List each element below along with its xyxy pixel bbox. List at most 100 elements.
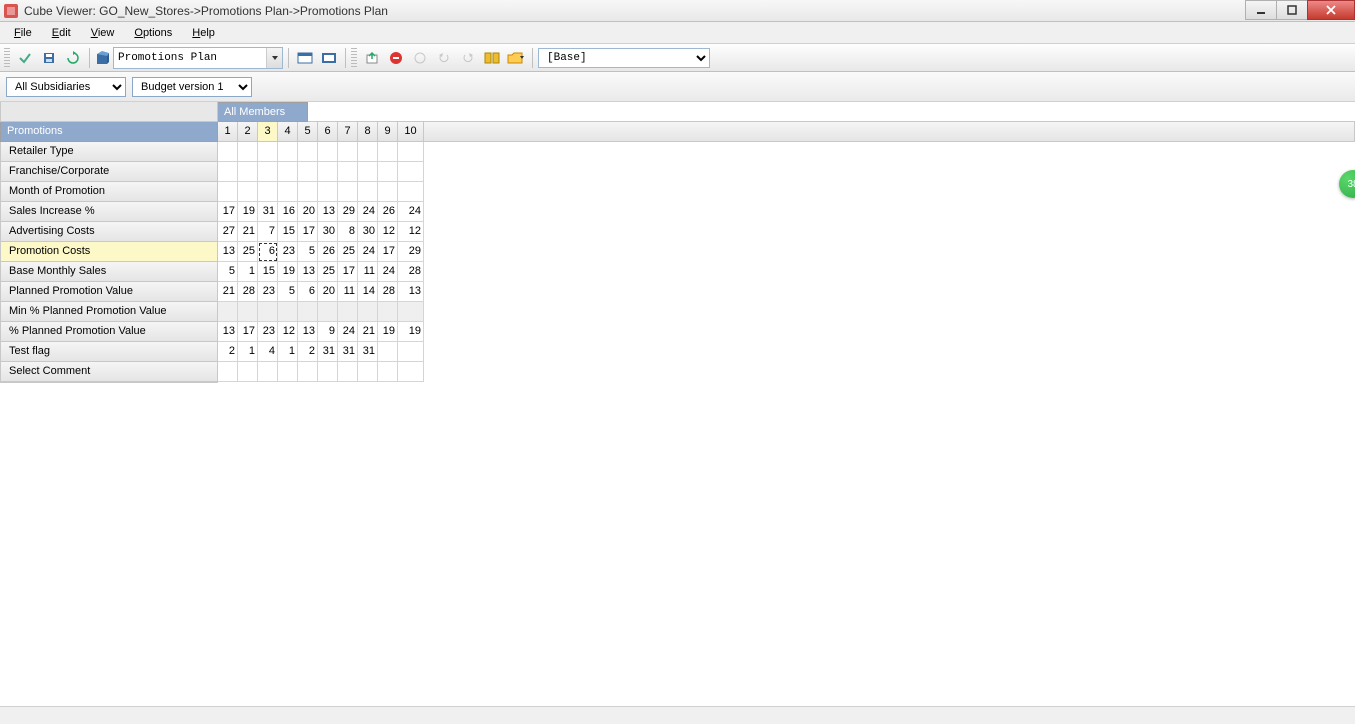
data-cell[interactable] (258, 142, 278, 162)
row-label[interactable]: Planned Promotion Value (0, 282, 218, 302)
chevron-down-icon[interactable] (266, 48, 282, 68)
column-header[interactable]: 2 (238, 122, 258, 142)
data-cell[interactable] (398, 302, 424, 322)
check-button[interactable] (14, 47, 36, 69)
data-cell[interactable]: 13 (218, 322, 238, 342)
column-header[interactable]: 1 (218, 122, 238, 142)
menu-view[interactable]: View (81, 24, 125, 42)
data-cell[interactable]: 24 (398, 202, 424, 222)
column-header[interactable]: 6 (318, 122, 338, 142)
data-cell[interactable]: 24 (358, 242, 378, 262)
data-cell[interactable] (398, 142, 424, 162)
data-cell[interactable]: 12 (378, 222, 398, 242)
data-cell[interactable] (318, 182, 338, 202)
data-cell[interactable]: 19 (238, 202, 258, 222)
menu-help[interactable]: Help (182, 24, 225, 42)
row-label[interactable]: Month of Promotion (0, 182, 218, 202)
data-cell[interactable]: 24 (378, 262, 398, 282)
data-cell[interactable]: 25 (238, 242, 258, 262)
data-cell[interactable] (398, 362, 424, 382)
data-cell[interactable]: 1 (238, 262, 258, 282)
data-cell[interactable]: 20 (318, 282, 338, 302)
data-cell[interactable]: 23 (258, 322, 278, 342)
row-label[interactable]: Promotion Costs (0, 242, 218, 262)
data-cell[interactable]: 13 (318, 202, 338, 222)
data-cell[interactable]: 11 (338, 282, 358, 302)
data-cell[interactable] (238, 302, 258, 322)
data-cell[interactable] (378, 342, 398, 362)
close-button[interactable] (1307, 0, 1355, 20)
data-cell[interactable] (358, 362, 378, 382)
data-cell[interactable]: 20 (298, 202, 318, 222)
data-cell[interactable]: 19 (398, 322, 424, 342)
subsidiaries-select[interactable]: All Subsidiaries (6, 77, 126, 97)
data-cell[interactable]: 31 (258, 202, 278, 222)
data-cell[interactable]: 19 (278, 262, 298, 282)
data-cell[interactable] (278, 362, 298, 382)
data-cell[interactable]: 15 (278, 222, 298, 242)
data-cell[interactable]: 26 (378, 202, 398, 222)
data-cell[interactable] (298, 362, 318, 382)
data-cell[interactable]: 17 (338, 262, 358, 282)
data-cell[interactable]: 5 (218, 262, 238, 282)
data-cell[interactable]: 26 (318, 242, 338, 262)
data-cell[interactable]: 6 (298, 282, 318, 302)
data-cell[interactable] (278, 182, 298, 202)
data-cell[interactable]: 12 (278, 322, 298, 342)
data-cell[interactable] (298, 182, 318, 202)
data-cell[interactable]: 1 (278, 342, 298, 362)
data-cell[interactable] (378, 142, 398, 162)
folder-button[interactable] (505, 47, 527, 69)
data-cell[interactable] (218, 302, 238, 322)
row-label[interactable]: Franchise/Corporate (0, 162, 218, 182)
data-cell[interactable]: 11 (358, 262, 378, 282)
data-cell[interactable]: 4 (258, 342, 278, 362)
data-cell[interactable]: 29 (398, 242, 424, 262)
stop-button[interactable] (385, 47, 407, 69)
row-dimension-header[interactable]: Promotions (0, 122, 218, 142)
data-cell[interactable] (338, 142, 358, 162)
data-cell[interactable] (238, 162, 258, 182)
data-cell[interactable]: 5 (278, 282, 298, 302)
data-cell[interactable] (298, 302, 318, 322)
data-cell[interactable]: 13 (218, 242, 238, 262)
data-cell[interactable]: 21 (358, 322, 378, 342)
row-label[interactable]: Retailer Type (0, 142, 218, 162)
column-header[interactable]: 4 (278, 122, 298, 142)
dimensions-button[interactable] (481, 47, 503, 69)
data-cell[interactable] (338, 362, 358, 382)
data-cell[interactable]: 17 (218, 202, 238, 222)
data-cell[interactable] (258, 362, 278, 382)
data-cell[interactable]: 25 (318, 262, 338, 282)
data-cell[interactable]: 8 (338, 222, 358, 242)
data-cell[interactable] (338, 182, 358, 202)
data-cell[interactable] (278, 302, 298, 322)
column-header[interactable]: 8 (358, 122, 378, 142)
data-cell[interactable]: 12 (398, 222, 424, 242)
data-cell[interactable]: 19 (378, 322, 398, 342)
menu-file[interactable]: File (4, 24, 42, 42)
data-cell[interactable]: 14 (358, 282, 378, 302)
data-cell[interactable]: 25 (338, 242, 358, 262)
data-cell[interactable]: 31 (358, 342, 378, 362)
data-cell[interactable]: 28 (398, 262, 424, 282)
data-cell[interactable]: 13 (298, 262, 318, 282)
row-label[interactable]: Min % Planned Promotion Value (0, 302, 218, 322)
row-label[interactable]: Select Comment (0, 362, 218, 382)
row-label[interactable]: % Planned Promotion Value (0, 322, 218, 342)
budget-version-select[interactable]: Budget version 1 (132, 77, 252, 97)
data-cell[interactable] (378, 162, 398, 182)
data-cell[interactable]: 17 (378, 242, 398, 262)
data-cell[interactable]: 6 (258, 242, 278, 262)
data-cell[interactable]: 21 (238, 222, 258, 242)
data-cell[interactable]: 9 (318, 322, 338, 342)
data-cell[interactable] (278, 162, 298, 182)
data-cell[interactable] (358, 142, 378, 162)
data-cell[interactable] (378, 182, 398, 202)
data-cell[interactable]: 30 (318, 222, 338, 242)
data-cell[interactable]: 23 (278, 242, 298, 262)
data-cell[interactable]: 30 (358, 222, 378, 242)
data-cell[interactable] (218, 142, 238, 162)
data-cell[interactable] (398, 342, 424, 362)
column-header[interactable]: 9 (378, 122, 398, 142)
